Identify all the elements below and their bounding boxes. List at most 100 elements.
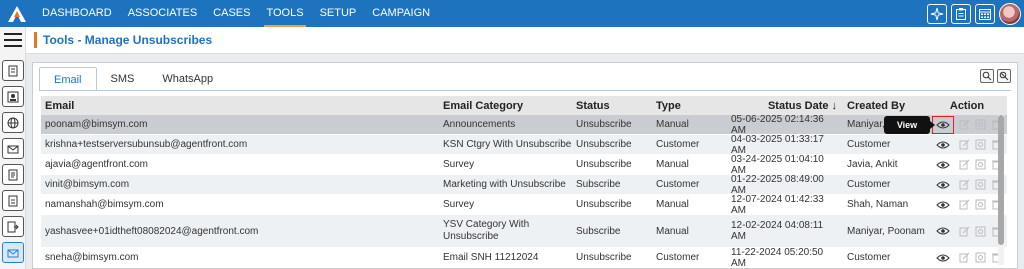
edit-icon[interactable]	[958, 179, 970, 191]
cell-actions	[927, 195, 1007, 214]
table-row[interactable]: yashasvee+01idtheft08082024@agentfront.c…	[41, 215, 1007, 248]
edit-icon[interactable]	[958, 119, 970, 131]
cell-created-by: Customer	[847, 139, 891, 150]
edit-icon[interactable]	[958, 139, 970, 151]
clear-search-button[interactable]	[997, 69, 1011, 83]
cell-email: sneha@bimsym.com	[45, 252, 139, 263]
sidebar-web[interactable]	[2, 112, 24, 133]
table-row[interactable]: sneha@bimsym.com Email SNH 11212024 Unsubs…	[41, 247, 1007, 269]
cell-actions	[927, 248, 1007, 267]
sparkle-icon	[930, 7, 944, 20]
cell-status: Unsubscribe	[576, 252, 632, 263]
view-button[interactable]	[932, 176, 954, 194]
cell-status: Unsubscribe	[576, 199, 632, 210]
logo-icon	[8, 5, 26, 22]
cell-type: Customer	[656, 252, 700, 263]
clipboard-button[interactable]	[951, 3, 971, 24]
edit-icon[interactable]	[958, 225, 970, 237]
page-header: Tools - Manage Unsubscribes	[26, 27, 1024, 54]
search-button[interactable]	[980, 69, 994, 83]
nav-campaign[interactable]: CAMPAIGN	[364, 0, 438, 27]
col-created-by[interactable]: Created By	[843, 96, 927, 115]
cell-email-category: KSN Ctgry With Unsubscribe	[443, 139, 572, 150]
page-title: Tools - Manage Unsubscribes	[43, 33, 213, 47]
left-sidebar	[0, 27, 26, 269]
user-avatar[interactable]	[999, 2, 1021, 25]
view-button[interactable]	[932, 222, 954, 240]
scrollbar-thumb[interactable]	[998, 115, 1004, 245]
calendar-button[interactable]	[975, 3, 995, 24]
cell-created-by: Javia, Ankit	[847, 159, 898, 170]
search-icon	[982, 71, 992, 81]
notes-icon	[8, 195, 18, 206]
panel-tools	[980, 69, 1011, 83]
table-row[interactable]: ajavia@agentfront.com Survey Unsubscribe Ma…	[41, 154, 1007, 176]
table-row[interactable]: poonam@bimsym.com Announcements Unsubscrib…	[41, 114, 1007, 136]
eye-icon	[936, 159, 950, 171]
sidebar-export[interactable]	[2, 216, 24, 237]
table-body: poonam@bimsym.com Announcements Unsubscrib…	[41, 114, 1007, 269]
cell-status-date: 04-03-2025 01:33:17 AM	[731, 133, 824, 156]
edit-icon[interactable]	[958, 252, 970, 264]
cell-email-category: Marketing with Unsubscribe	[443, 179, 566, 190]
tab-divider	[39, 90, 1011, 91]
tab-email[interactable]: Email	[39, 67, 97, 91]
view-button[interactable]	[932, 136, 954, 154]
edit-icon[interactable]	[958, 159, 970, 171]
cell-status: Unsubscribe	[576, 159, 632, 170]
sparkle-button[interactable]	[927, 3, 947, 24]
view-button[interactable]	[932, 249, 954, 267]
cell-status: Unsubscribe	[576, 139, 632, 150]
contact-card-icon	[7, 91, 19, 102]
settings-icon[interactable]	[974, 139, 986, 151]
sidebar-documents[interactable]	[2, 60, 24, 81]
table-row[interactable]: namanshah@bimsym.com Survey Unsubscribe Man…	[41, 193, 1007, 216]
table-row[interactable]: vinit@bimsym.com Marketing with Unsubscri…	[41, 174, 1007, 196]
col-email[interactable]: Email	[41, 96, 439, 115]
table-header: Email Email Category Status Type Status …	[41, 96, 1007, 115]
nav-setup[interactable]: SETUP	[312, 0, 365, 27]
sidebar-reports[interactable]	[2, 164, 24, 185]
view-button[interactable]	[932, 196, 954, 214]
nav-associates[interactable]: ASSOCIATES	[120, 0, 205, 27]
cell-email: poonam@bimsym.com	[45, 119, 148, 130]
tab-whatsapp[interactable]: WhatsApp	[148, 67, 227, 91]
sidebar-mail[interactable]	[2, 138, 24, 159]
settings-icon[interactable]	[974, 179, 986, 191]
eye-icon	[936, 199, 950, 211]
view-tooltip: View	[884, 116, 935, 134]
view-button[interactable]	[932, 115, 954, 134]
cell-email-category: Survey	[443, 199, 475, 210]
col-email-category[interactable]: Email Category	[439, 96, 572, 115]
menu-toggle-icon[interactable]	[4, 33, 22, 51]
app-logo[interactable]	[0, 0, 34, 27]
sidebar-unsubscribes[interactable]	[2, 242, 24, 263]
mail-icon	[7, 145, 19, 153]
col-status-date[interactable]: Status Date ↓	[727, 96, 843, 115]
nav-dashboard[interactable]: DASHBOARD	[34, 0, 120, 27]
table-row[interactable]: krishna+testserversubunsub@agentfront.co…	[41, 133, 1007, 156]
clear-filter-icon	[999, 71, 1009, 81]
settings-icon[interactable]	[974, 199, 986, 211]
envelope-active-icon	[7, 249, 19, 257]
col-status[interactable]: Status	[572, 96, 652, 115]
cell-status-date: 12-07-2024 01:42:33 AM	[731, 193, 824, 216]
edit-icon[interactable]	[958, 199, 970, 211]
cell-email-category: Email SNH 11212024	[443, 252, 539, 263]
view-button[interactable]	[932, 156, 954, 174]
sidebar-notes[interactable]	[2, 190, 24, 211]
table-scrollbar[interactable]	[998, 115, 1004, 265]
settings-icon[interactable]	[974, 252, 986, 264]
nav-cases[interactable]: CASES	[205, 0, 258, 27]
settings-icon[interactable]	[974, 225, 986, 237]
col-type[interactable]: Type	[652, 96, 727, 115]
cell-email: yashasvee+01idtheft08082024@agentfront.c…	[45, 225, 259, 237]
settings-icon[interactable]	[974, 119, 986, 131]
title-accent-bar	[34, 32, 37, 48]
sort-desc-icon: ↓	[831, 99, 838, 112]
cell-type: Customer	[656, 139, 700, 150]
sidebar-contacts[interactable]	[2, 86, 24, 107]
tab-sms[interactable]: SMS	[97, 67, 149, 91]
nav-tools[interactable]: TOOLS	[258, 0, 311, 27]
settings-icon[interactable]	[974, 159, 986, 171]
